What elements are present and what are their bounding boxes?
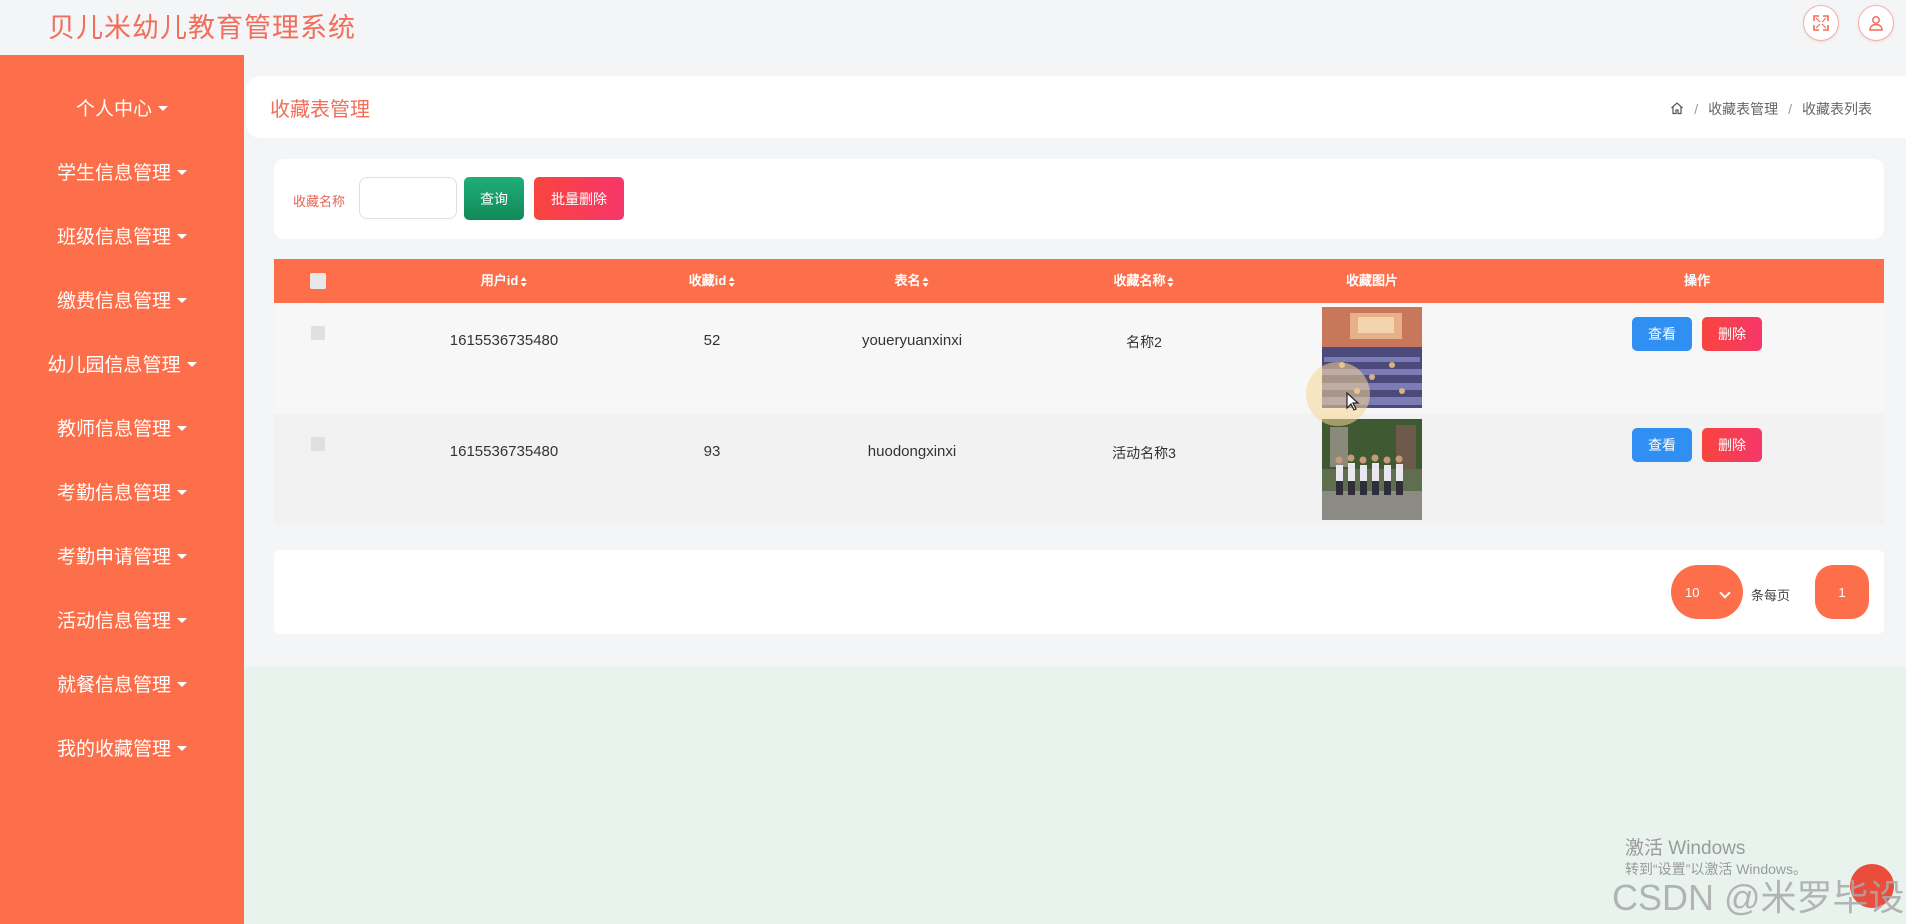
caret-down-icon (177, 681, 187, 687)
page-size-value: 10 (1685, 584, 1700, 600)
row-checkbox[interactable] (311, 326, 325, 340)
chevron-down-icon (1719, 587, 1731, 599)
cell-name: 名称2 (1126, 334, 1162, 350)
caret-down-icon (177, 425, 187, 431)
cell-tablename: youeryuanxinxi (861, 332, 963, 349)
breadcrumb: / 收藏表管理 / 收藏表列表 (1670, 99, 1872, 119)
sidebar-item-label: 个人中心 (75, 98, 152, 120)
query-button[interactable]: 查询 (464, 177, 524, 220)
caret-down-icon (177, 617, 187, 623)
sidebar-item-label: 就餐信息管理 (56, 674, 171, 696)
search-panel: 收藏名称 查询 批量删除 (274, 159, 1884, 239)
sort-icon (1167, 276, 1175, 287)
table-row: 1615536735480 93 huodongxinxi 活动名称3 查看 删… (274, 414, 1884, 525)
column-header-userid[interactable]: 用户id (481, 259, 528, 303)
sidebar-item-kindergarten-info[interactable]: 幼儿园信息管理 (0, 343, 244, 383)
cell-userid: 1615536735480 (449, 443, 559, 460)
app-title: 贝儿米幼儿教育管理系统 (48, 13, 356, 43)
cursor-highlight (1306, 362, 1370, 426)
caret-down-icon (177, 745, 187, 751)
caret-down-icon (177, 169, 187, 175)
sidebar-item-label: 缴费信息管理 (56, 290, 171, 312)
windows-activation-title: 激活 Windows (1625, 838, 1746, 859)
sidebar-item-label: 考勤申请管理 (56, 546, 171, 568)
view-button[interactable]: 查看 (1632, 428, 1692, 462)
sidebar-item-dining-info[interactable]: 就餐信息管理 (0, 663, 244, 703)
column-header-tablename[interactable]: 表名 (894, 259, 929, 303)
cell-userid: 1615536735480 (449, 332, 559, 349)
sidebar-item-label: 班级信息管理 (56, 226, 171, 248)
sidebar-item-label: 学生信息管理 (56, 162, 171, 184)
sort-icon (728, 276, 735, 287)
favorite-name-input[interactable] (359, 177, 457, 219)
breadcrumb-item: 收藏表列表 (1802, 101, 1872, 117)
column-label: 用户id (480, 273, 519, 288)
caret-down-icon (186, 361, 197, 367)
per-page-label: 条每页 (1751, 588, 1791, 603)
page-number-button[interactable]: 1 (1815, 565, 1869, 619)
sort-icon (922, 276, 930, 287)
sidebar-item-attendance-info[interactable]: 考勤信息管理 (0, 471, 244, 511)
sidebar: 个人中心 学生信息管理 班级信息管理 缴费信息管理 幼儿园信息管理 教师信息管理… (0, 55, 244, 924)
column-header-image: 收藏图片 (1345, 273, 1399, 288)
select-all-checkbox[interactable] (310, 273, 326, 289)
table-header: 用户id 收藏id 表名 收藏名称 收藏图片 操作 (274, 259, 1884, 303)
sidebar-item-class-info[interactable]: 班级信息管理 (0, 215, 244, 255)
caret-down-icon (177, 489, 187, 495)
column-label: 收藏id (688, 273, 727, 288)
sidebar-item-label: 活动信息管理 (56, 610, 171, 632)
column-label: 收藏名称 (1113, 273, 1166, 288)
delete-button[interactable]: 删除 (1702, 317, 1762, 351)
sidebar-item-my-favorites[interactable]: 我的收藏管理 (0, 727, 244, 767)
sidebar-item-activity-info[interactable]: 活动信息管理 (0, 599, 244, 639)
user-icon[interactable] (1858, 5, 1894, 41)
cell-tablename: huodongxinxi (867, 443, 957, 460)
mouse-cursor-icon (1346, 391, 1360, 417)
pagination: 10 条每页 1 (274, 550, 1884, 634)
cell-name: 活动名称3 (1112, 445, 1176, 461)
delete-button[interactable]: 删除 (1702, 428, 1762, 462)
top-bar: 贝儿米幼儿教育管理系统 (0, 0, 1906, 55)
search-label: 收藏名称 (293, 194, 346, 209)
batch-delete-button[interactable]: 批量删除 (534, 177, 624, 220)
caret-down-icon (158, 105, 168, 111)
page-header: 收藏表管理 / 收藏表管理 / 收藏表列表 (246, 76, 1906, 138)
sort-icon (520, 276, 527, 287)
row-checkbox[interactable] (311, 437, 325, 451)
page-title: 收藏表管理 (270, 99, 370, 121)
sidebar-item-teacher-info[interactable]: 教师信息管理 (0, 407, 244, 447)
cell-refid: 93 (703, 443, 721, 460)
sidebar-item-label: 我的收藏管理 (56, 738, 171, 760)
favorites-table: 用户id 收藏id 表名 收藏名称 收藏图片 操作 1615536735480 … (274, 259, 1884, 525)
sidebar-item-label: 考勤信息管理 (56, 482, 171, 504)
sidebar-item-label: 教师信息管理 (56, 418, 171, 440)
column-header-actions: 操作 (1683, 273, 1711, 288)
column-label: 表名 (894, 273, 921, 288)
csdn-watermark: CSDN @米罗毕设 (1612, 877, 1905, 918)
caret-down-icon (177, 233, 187, 239)
favorite-image[interactable] (1322, 419, 1422, 520)
sidebar-item-personal-center[interactable]: 个人中心 (0, 87, 244, 127)
column-header-name[interactable]: 收藏名称 (1113, 259, 1174, 303)
sidebar-item-student-info[interactable]: 学生信息管理 (0, 151, 244, 191)
sidebar-item-label: 幼儿园信息管理 (47, 354, 181, 376)
table-row: 1615536735480 52 youeryuanxinxi 名称2 查看 删… (274, 303, 1884, 414)
column-header-refid[interactable]: 收藏id (689, 259, 736, 303)
breadcrumb-item[interactable]: 收藏表管理 (1708, 99, 1778, 119)
caret-down-icon (177, 553, 187, 559)
cell-refid: 52 (703, 332, 721, 349)
page-size-select[interactable]: 10 (1671, 565, 1743, 619)
view-button[interactable]: 查看 (1632, 317, 1692, 351)
sidebar-item-attendance-request[interactable]: 考勤申请管理 (0, 535, 244, 575)
sidebar-item-payment-info[interactable]: 缴费信息管理 (0, 279, 244, 319)
home-icon[interactable] (1670, 101, 1684, 118)
fullscreen-icon[interactable] (1803, 5, 1839, 41)
caret-down-icon (177, 297, 187, 303)
breadcrumb-separator: / (1788, 101, 1792, 117)
breadcrumb-separator: / (1694, 101, 1699, 117)
